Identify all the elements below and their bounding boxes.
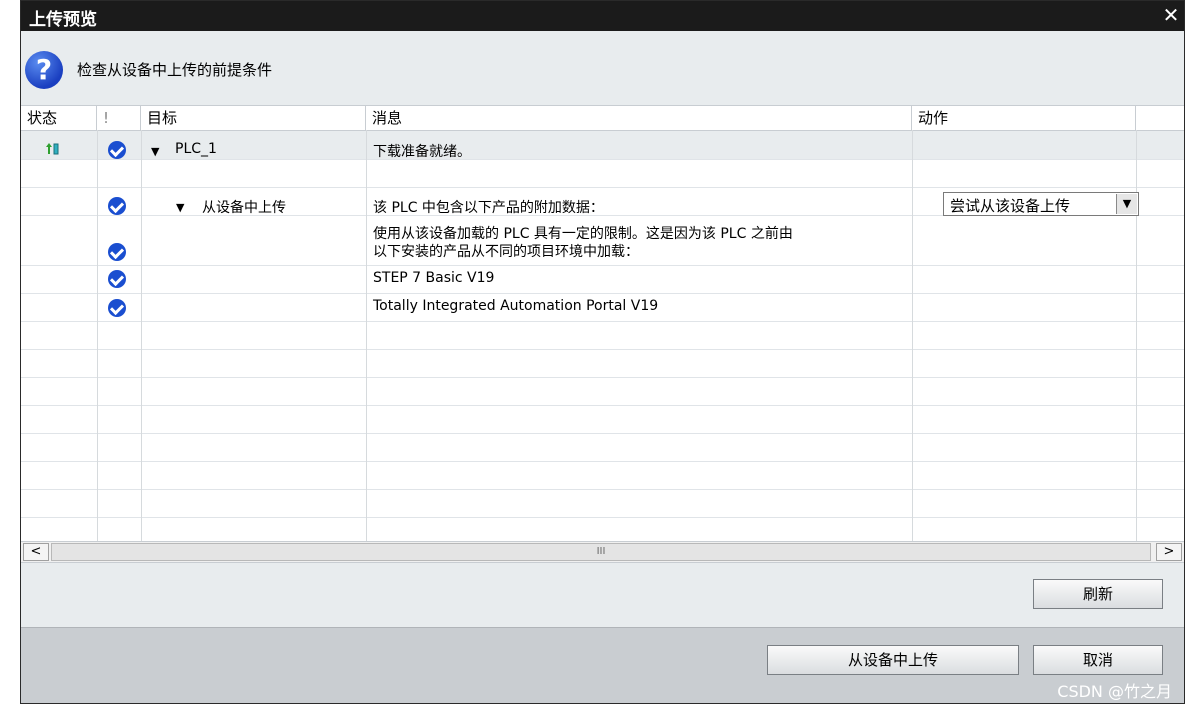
message-text: 该 PLC 中包含以下产品的附加数据： — [373, 200, 604, 216]
header-message: 检查从设备中上传的前提条件 — [77, 61, 273, 79]
expand-triangle-icon[interactable]: ▼ — [176, 201, 184, 214]
watermark: CSDN @竹之月 — [1057, 682, 1172, 701]
table-row — [21, 461, 1184, 490]
table-row — [21, 321, 1184, 350]
message-text: 以下安装的产品从不同的项目环境中加载： — [373, 244, 639, 260]
ready-check-icon — [108, 299, 126, 317]
close-icon[interactable]: ✕ — [1160, 4, 1182, 26]
dialog-footer: 从设备中上传 取消 CSDN @竹之月 — [21, 627, 1184, 703]
preview-table: 状态 ! 目标 消息 动作 ▼ PLC_1 下载准备就绪。 ▼ 从设备中上传 该… — [21, 105, 1184, 542]
table-row — [21, 489, 1184, 518]
cancel-button[interactable]: 取消 — [1033, 645, 1163, 675]
target-name: 从设备中上传 — [202, 200, 286, 216]
message-text: 使用从该设备加载的 PLC 具有一定的限制。这是因为该 PLC 之前由 — [373, 226, 793, 242]
table-row — [21, 433, 1184, 462]
column-divider — [912, 130, 913, 542]
action-dropdown[interactable]: 尝试从该设备上传 ▼ — [943, 192, 1139, 216]
scroll-right-icon[interactable]: > — [1156, 543, 1182, 561]
message-text: Totally Integrated Automation Portal V19 — [373, 298, 659, 314]
col-alert[interactable]: ! — [97, 106, 141, 130]
ready-check-icon — [108, 197, 126, 215]
upload-preview-dialog: 上传预览 ✕ ? 检查从设备中上传的前提条件 状态 ! 目标 消息 动作 ▼ P… — [20, 0, 1185, 704]
dialog-header: ? 检查从设备中上传的前提条件 — [21, 31, 1184, 101]
column-divider — [366, 130, 367, 542]
scrollbar-thumb[interactable]: III — [51, 543, 1151, 561]
table-row — [21, 405, 1184, 434]
col-target[interactable]: 目标 — [141, 106, 366, 130]
table-row — [21, 159, 1184, 188]
table-row — [21, 349, 1184, 378]
table-header: 状态 ! 目标 消息 动作 — [21, 106, 1184, 131]
target-name: PLC_1 — [175, 141, 217, 157]
col-status[interactable]: 状态 — [21, 106, 97, 130]
refresh-button[interactable]: 刷新 — [1033, 579, 1163, 609]
column-divider — [141, 130, 142, 542]
horizontal-scrollbar[interactable]: < III > — [21, 541, 1184, 563]
ready-check-icon — [108, 270, 126, 288]
ready-check-icon — [108, 141, 126, 159]
ready-check-icon — [108, 243, 126, 261]
expand-triangle-icon[interactable]: ▼ — [151, 145, 159, 158]
upload-status-icon — [46, 143, 59, 155]
col-message[interactable]: 消息 — [366, 106, 912, 130]
chevron-down-icon[interactable]: ▼ — [1116, 194, 1137, 214]
title-bar: 上传预览 ✕ — [21, 1, 1184, 31]
table-row — [21, 377, 1184, 406]
table-row[interactable] — [21, 265, 1184, 294]
column-divider — [97, 130, 98, 542]
question-icon: ? — [25, 51, 63, 89]
message-text: STEP 7 Basic V19 — [373, 270, 495, 286]
action-dropdown-value: 尝试从该设备上传 — [950, 197, 1071, 215]
dialog-title: 上传预览 — [29, 10, 97, 30]
upload-from-device-button[interactable]: 从设备中上传 — [767, 645, 1019, 675]
col-action[interactable]: 动作 — [912, 106, 1136, 130]
message-text: 下载准备就绪。 — [373, 144, 471, 160]
scroll-left-icon[interactable]: < — [23, 543, 49, 561]
